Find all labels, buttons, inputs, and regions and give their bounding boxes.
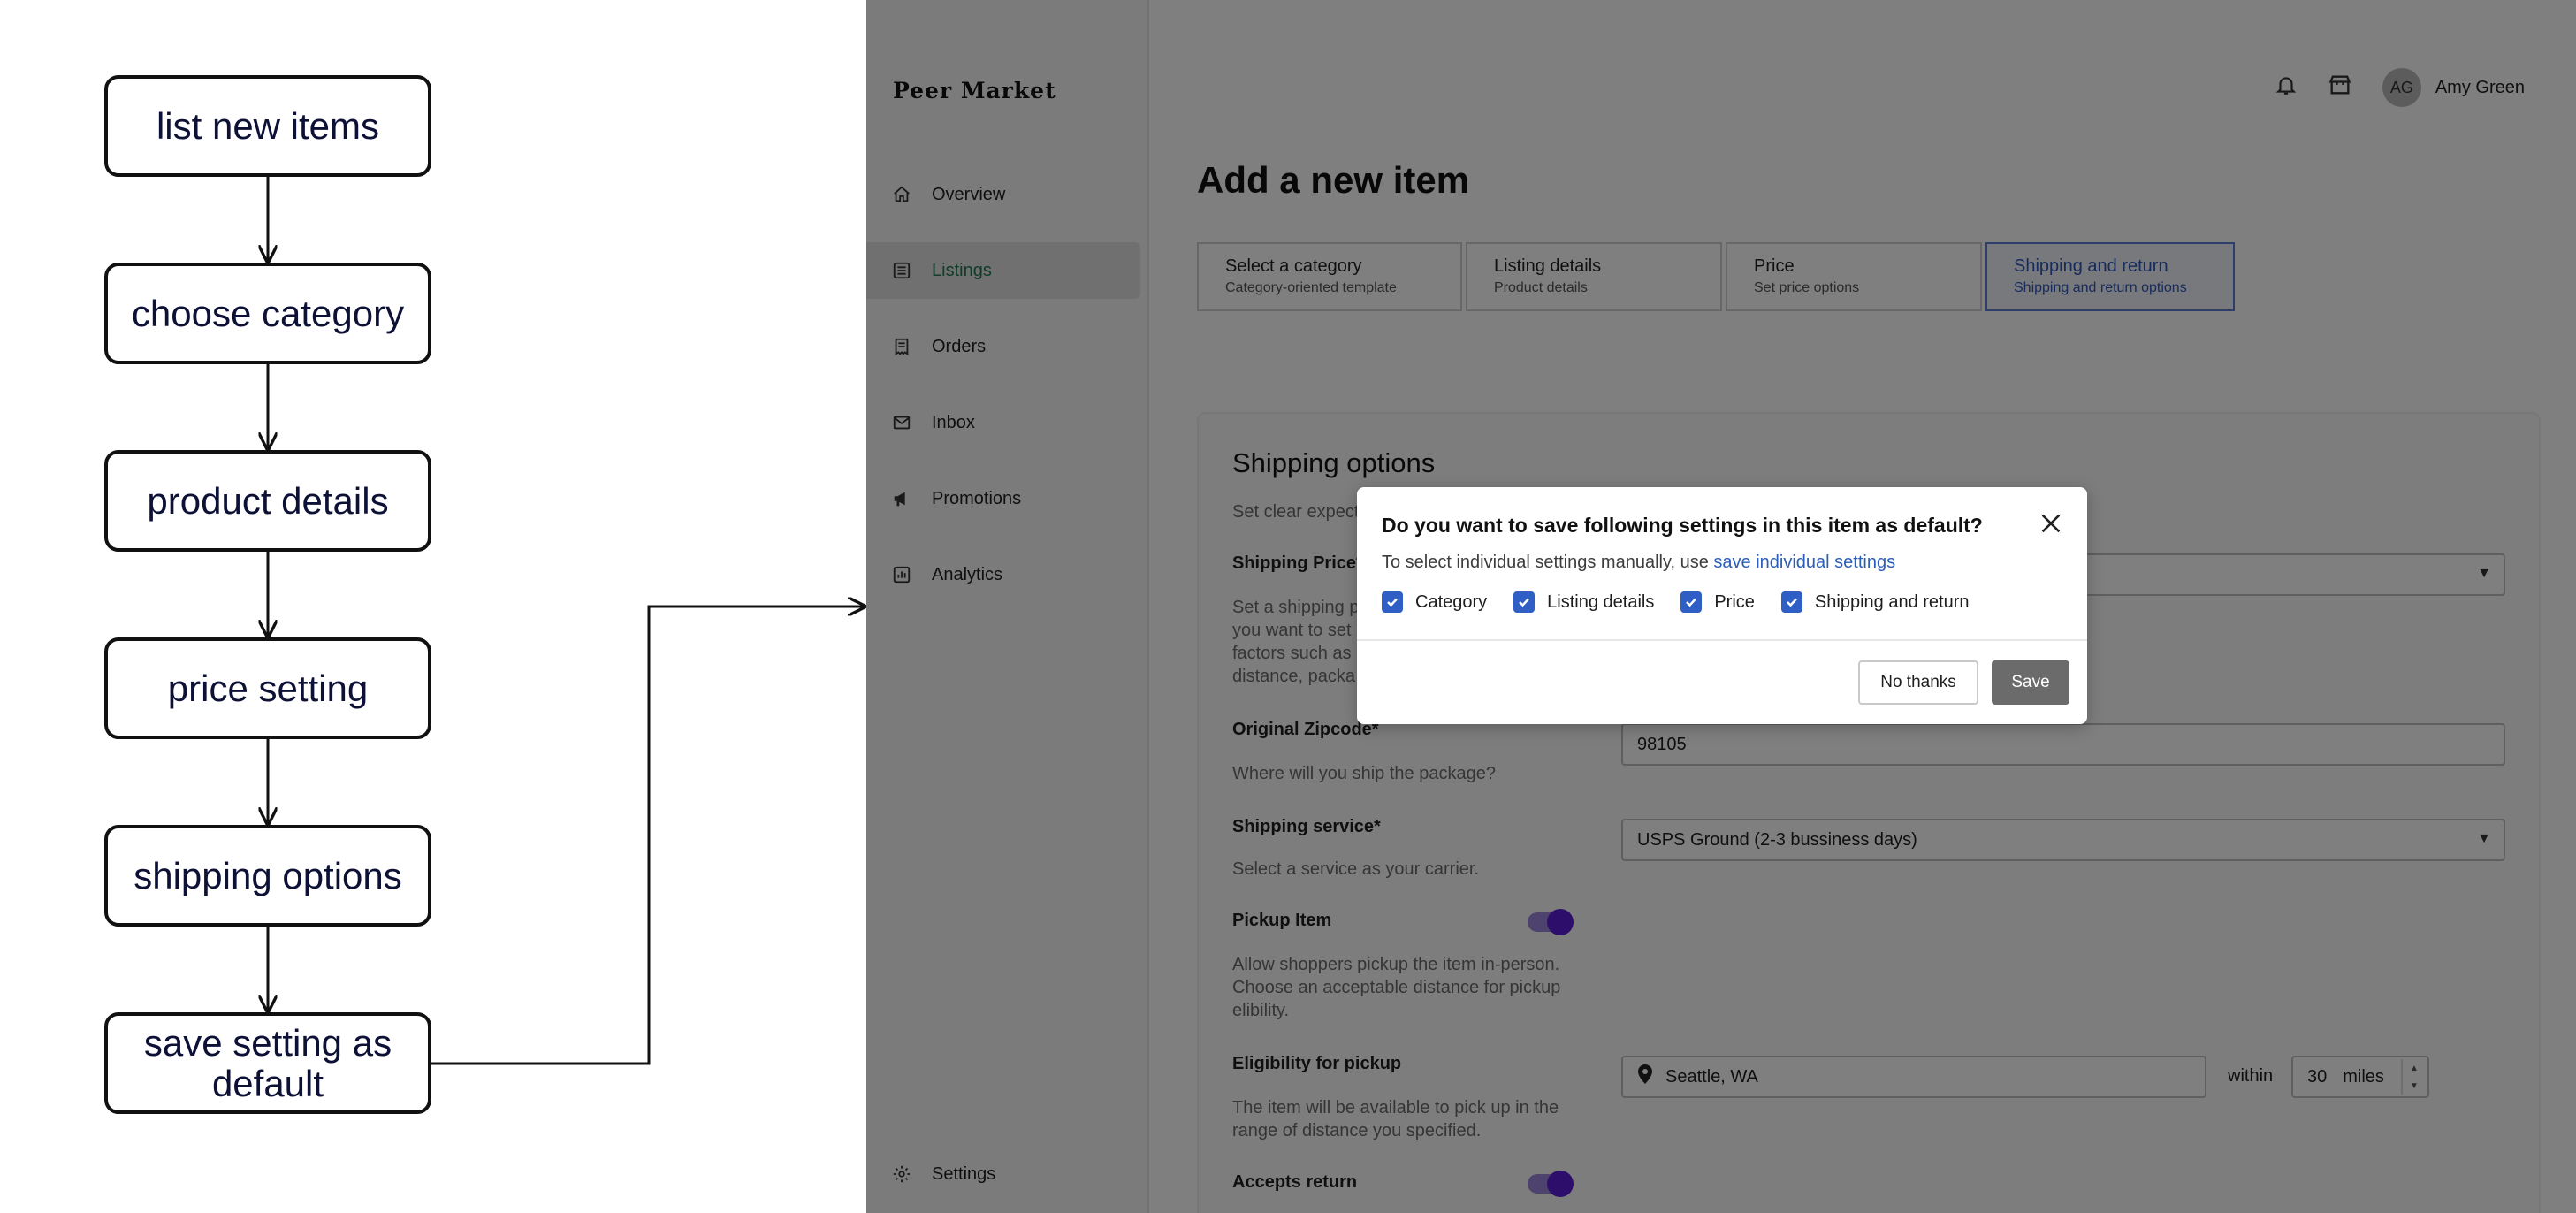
no-thanks-button[interactable]: No thanks <box>1858 660 1978 705</box>
flow-arrow-to-app <box>431 606 865 1065</box>
composite-figure: list new items choose category product d… <box>0 0 2576 1213</box>
app-window: Peer Market Overview Listings Orders Inb… <box>866 0 2576 1213</box>
flow-step-label: price setting <box>167 667 369 709</box>
flow-step-shipping-options: shipping options <box>104 825 431 927</box>
checkbox-label: Price <box>1714 591 1755 612</box>
save-individual-settings-link[interactable]: save individual settings <box>1713 553 1895 572</box>
close-icon[interactable] <box>2036 508 2066 538</box>
checkbox-label: Listing details <box>1547 591 1655 612</box>
checkmark-icon[interactable] <box>1382 591 1403 613</box>
dialog-subtitle-text: To select individual settings manually, … <box>1382 553 1709 572</box>
flow-step-label: choose category <box>131 292 405 334</box>
checkmark-icon[interactable] <box>1513 591 1536 613</box>
dialog-title: Do you want to save following settings i… <box>1382 514 1983 537</box>
checkmark-icon[interactable] <box>1680 591 1703 613</box>
flow-step-label: shipping options <box>133 854 402 896</box>
flow-step-product-details: product details <box>104 450 431 552</box>
flow-step-label: list new items <box>156 104 380 147</box>
dialog-divider <box>1357 639 2087 641</box>
checkbox-label: Shipping and return <box>1814 591 1970 612</box>
checkbox-shipping-and-return[interactable]: Shipping and return <box>1780 591 1970 613</box>
save-button[interactable]: Save <box>1992 660 2069 705</box>
checkbox-label: Category <box>1415 591 1488 612</box>
dialog-subtitle: To select individual settings manually, … <box>1382 553 1895 573</box>
save-defaults-dialog: Do you want to save following settings i… <box>1357 487 2087 724</box>
flow-step-price-setting: price setting <box>104 637 431 739</box>
flow-step-label: save setting as default <box>143 1021 392 1104</box>
checkmark-icon[interactable] <box>1780 591 1802 613</box>
checkbox-price[interactable]: Price <box>1680 591 1755 613</box>
flow-step-label: product details <box>147 479 389 522</box>
flow-step-list-new-items: list new items <box>104 75 431 177</box>
dialog-checkbox-group: Category Listing details Price Shipping … <box>1382 591 1970 613</box>
flow-step-choose-category: choose category <box>104 263 431 364</box>
flow-step-save-setting-as-default: save setting as default <box>104 1012 431 1114</box>
checkbox-listing-details[interactable]: Listing details <box>1513 591 1654 613</box>
checkbox-category[interactable]: Category <box>1382 591 1487 613</box>
